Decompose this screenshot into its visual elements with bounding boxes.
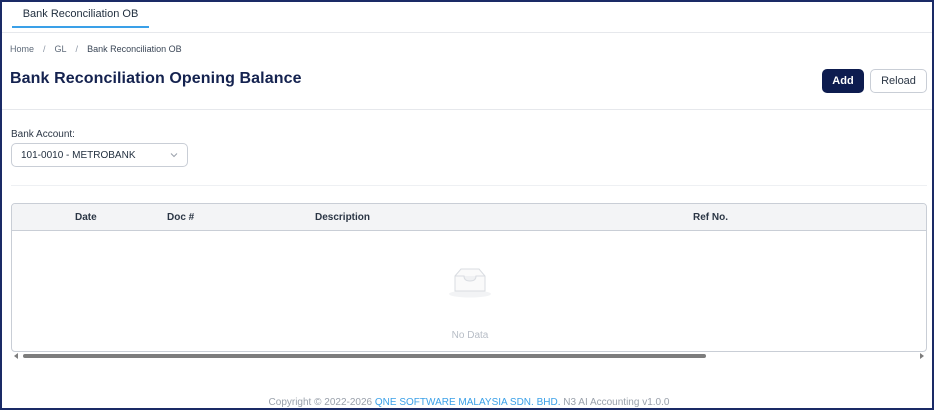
bank-account-value: 101-0010 - METROBANK xyxy=(21,149,136,161)
bank-account-label: Bank Account: xyxy=(11,129,75,140)
breadcrumb: Home / GL / Bank Reconciliation OB xyxy=(10,44,182,54)
table-header: Date Doc # Description Ref No. xyxy=(12,204,926,231)
footer-product: N3 AI Accounting v1.0.0 xyxy=(560,397,670,408)
header-divider xyxy=(2,109,932,110)
copyright-symbol: © xyxy=(314,397,322,408)
scrollbar-thumb[interactable] xyxy=(23,354,706,358)
breadcrumb-home[interactable]: Home xyxy=(10,44,34,54)
tab-bank-reconciliation-ob[interactable]: Bank Reconciliation OB xyxy=(12,2,149,28)
column-header-doc-no[interactable]: Doc # xyxy=(167,212,194,223)
footer: Copyright © 2022-2026 QNE SOFTWARE MALAY… xyxy=(2,397,934,408)
empty-inbox-icon xyxy=(449,268,491,298)
column-header-ref-no[interactable]: Ref No. xyxy=(693,212,728,223)
data-table: Date Doc # Description Ref No. No Data xyxy=(11,203,927,352)
column-header-date[interactable]: Date xyxy=(75,212,97,223)
breadcrumb-separator: / xyxy=(75,44,79,54)
bank-account-select[interactable]: 101-0010 - METROBANK xyxy=(11,143,188,167)
footer-years: 2022-2026 xyxy=(321,397,375,408)
footer-prefix: Copyright xyxy=(268,397,312,408)
horizontal-scrollbar[interactable] xyxy=(11,352,927,360)
empty-state-text: No Data xyxy=(451,330,489,341)
app-window: Bank Reconciliation OB Home / GL / Bank … xyxy=(0,0,934,410)
breadcrumb-separator: / xyxy=(43,44,46,54)
tab-bar: Bank Reconciliation OB xyxy=(2,2,932,33)
caret-left-icon[interactable] xyxy=(13,353,19,359)
page-title: Bank Reconciliation Opening Balance xyxy=(10,70,302,87)
add-button[interactable]: Add xyxy=(822,69,864,93)
column-header-description[interactable]: Description xyxy=(315,212,370,223)
chevron-down-icon xyxy=(170,153,178,158)
filter-divider xyxy=(11,185,927,186)
reload-button[interactable]: Reload xyxy=(870,69,927,93)
footer-company-link[interactable]: QNE SOFTWARE MALAYSIA SDN. BHD. xyxy=(375,397,561,408)
breadcrumb-gl[interactable]: GL xyxy=(55,44,67,54)
empty-state: No Data xyxy=(12,231,926,351)
caret-right-icon[interactable] xyxy=(919,353,925,359)
breadcrumb-current: Bank Reconciliation OB xyxy=(87,44,182,54)
